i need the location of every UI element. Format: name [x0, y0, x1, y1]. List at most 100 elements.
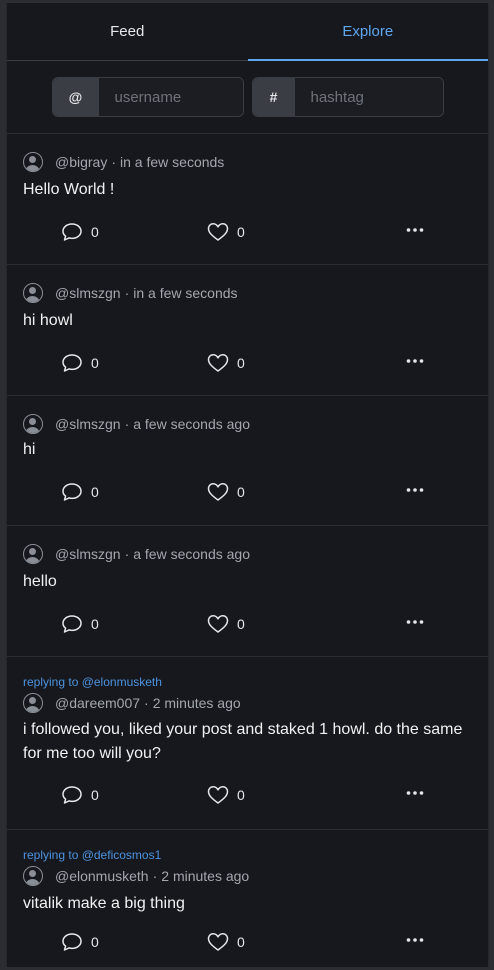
post-meta: @elonmusketh · 2 minutes ago	[23, 862, 472, 886]
post-author-handle[interactable]: @dareem007	[55, 695, 140, 711]
user-avatar-icon[interactable]	[23, 283, 43, 303]
username-search-group: @	[51, 77, 244, 117]
comment-icon	[61, 482, 83, 502]
hashtag-search-input[interactable]	[294, 78, 443, 116]
tab-feed[interactable]: Feed	[7, 3, 248, 60]
meta-separator: ·	[152, 868, 158, 884]
like-button[interactable]: 0	[207, 614, 245, 634]
user-avatar-icon[interactable]	[23, 544, 43, 564]
comment-button[interactable]: 0	[61, 482, 99, 502]
post-author-handle[interactable]: @slmszgn	[55, 285, 121, 301]
comment-button[interactable]: 0	[61, 222, 99, 242]
post-meta: @dareem007 · 2 minutes ago	[23, 689, 472, 713]
post-author-handle[interactable]: @slmszgn	[55, 546, 121, 562]
app-container: Feed Explore @ # @bigray · in a few seco…	[6, 3, 489, 967]
more-options-button[interactable]	[406, 227, 424, 233]
post-card: @slmszgn · a few seconds ago hello 0 0	[7, 526, 488, 657]
search-bar: @ #	[7, 61, 488, 134]
like-button[interactable]: 0	[207, 785, 245, 805]
meta-separator: ·	[124, 416, 130, 432]
comment-count: 0	[91, 355, 99, 371]
post-actions: 0 0	[23, 353, 472, 393]
user-avatar-icon[interactable]	[23, 414, 43, 434]
comment-icon	[61, 222, 83, 242]
more-options-button[interactable]	[406, 937, 424, 943]
like-button[interactable]: 0	[207, 482, 245, 502]
tab-explore[interactable]: Explore	[247, 3, 489, 61]
post-content: vitalik make a big thing	[23, 895, 185, 912]
like-button[interactable]: 0	[207, 222, 245, 242]
post-timestamp: in a few seconds	[120, 154, 225, 170]
post-actions: 0 0	[23, 785, 472, 825]
like-count: 0	[237, 484, 245, 500]
like-button[interactable]: 0	[207, 353, 245, 373]
post-card: replying to @elonmusketh @dareem007 · 2 …	[7, 657, 488, 830]
like-count: 0	[237, 616, 245, 632]
post-actions: 0 0	[23, 614, 472, 654]
comment-count: 0	[91, 616, 99, 632]
post-card: @bigray · in a few seconds Hello World !…	[7, 134, 488, 265]
post-meta: @bigray · in a few seconds	[23, 134, 472, 172]
more-icon	[406, 790, 424, 796]
heart-icon	[207, 482, 229, 502]
post-author-handle[interactable]: @elonmusketh	[55, 868, 149, 884]
post-card: @slmszgn · a few seconds ago hi 0 0	[7, 396, 488, 526]
post-feed: @bigray · in a few seconds Hello World !…	[7, 134, 488, 967]
comment-button[interactable]: 0	[61, 614, 99, 634]
hashtag-search-group: #	[251, 77, 444, 117]
post-content: hi howl	[23, 312, 73, 329]
reply-to-link[interactable]: replying to @deficosmos1	[23, 830, 472, 862]
comment-count: 0	[91, 224, 99, 240]
comment-icon	[61, 785, 83, 805]
heart-icon	[207, 932, 229, 952]
heart-icon	[207, 785, 229, 805]
more-options-button[interactable]	[406, 358, 424, 364]
more-icon	[406, 358, 424, 364]
meta-separator: ·	[124, 285, 130, 301]
post-timestamp: a few seconds ago	[133, 416, 250, 432]
comment-count: 0	[91, 484, 99, 500]
post-actions: 0 0	[23, 932, 472, 967]
like-count: 0	[237, 224, 245, 240]
comment-icon	[61, 353, 83, 373]
post-author-handle[interactable]: @slmszgn	[55, 416, 121, 432]
at-sign-addon: @	[52, 78, 99, 116]
post-content: Hello World !	[23, 181, 115, 198]
post-timestamp: in a few seconds	[133, 285, 238, 301]
post-content: hi	[23, 441, 36, 458]
more-options-button[interactable]	[406, 619, 424, 625]
comment-button[interactable]: 0	[61, 785, 99, 805]
post-meta: @slmszgn · in a few seconds	[23, 265, 472, 303]
comment-icon	[61, 614, 83, 634]
tab-bar: Feed Explore	[7, 3, 488, 61]
user-avatar-icon[interactable]	[23, 152, 43, 172]
meta-separator: ·	[124, 546, 130, 562]
more-icon	[406, 937, 424, 943]
username-search-input[interactable]	[98, 78, 243, 116]
like-count: 0	[237, 787, 245, 803]
post-actions: 0 0	[23, 482, 472, 522]
more-options-button[interactable]	[406, 790, 424, 796]
heart-icon	[207, 222, 229, 242]
user-avatar-icon[interactable]	[23, 693, 43, 713]
post-meta: @slmszgn · a few seconds ago	[23, 526, 472, 564]
comment-button[interactable]: 0	[61, 932, 99, 952]
hash-sign-addon: #	[252, 78, 295, 116]
comment-button[interactable]: 0	[61, 353, 99, 373]
post-author-handle[interactable]: @bigray	[55, 154, 107, 170]
comment-count: 0	[91, 787, 99, 803]
reply-to-link[interactable]: replying to @elonmusketh	[23, 657, 472, 689]
heart-icon	[207, 614, 229, 634]
like-count: 0	[237, 934, 245, 950]
more-icon	[406, 619, 424, 625]
more-icon	[406, 227, 424, 233]
like-button[interactable]: 0	[207, 932, 245, 952]
user-avatar-icon[interactable]	[23, 866, 43, 886]
comment-count: 0	[91, 934, 99, 950]
like-count: 0	[237, 355, 245, 371]
meta-separator: ·	[144, 695, 149, 711]
heart-icon	[207, 353, 229, 373]
post-timestamp: 2 minutes ago	[152, 695, 241, 711]
more-options-button[interactable]	[406, 487, 424, 493]
comment-icon	[61, 932, 83, 952]
